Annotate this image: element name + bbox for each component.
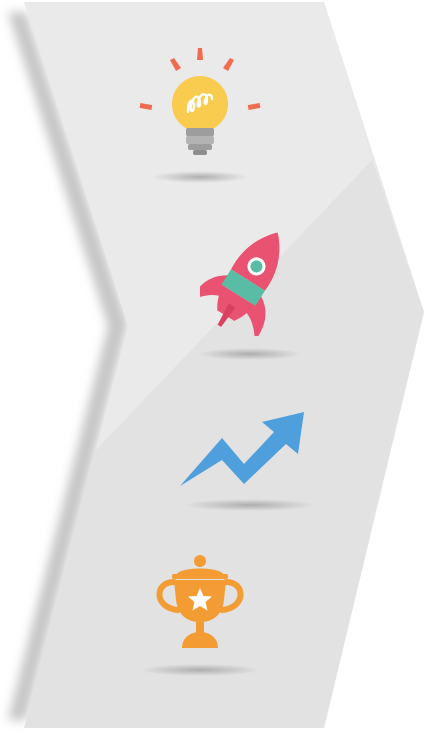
arrow-floor-shadow bbox=[184, 499, 316, 511]
rocket-icon bbox=[200, 232, 280, 336]
lightbulb-icon bbox=[139, 48, 261, 155]
infographic-stage bbox=[0, 0, 424, 734]
trophy-floor-shadow bbox=[140, 664, 260, 676]
trend-arrow-icon bbox=[180, 412, 304, 486]
rocket-floor-shadow bbox=[198, 348, 302, 360]
bulb-floor-shadow bbox=[152, 171, 248, 183]
trophy-icon bbox=[156, 555, 244, 648]
